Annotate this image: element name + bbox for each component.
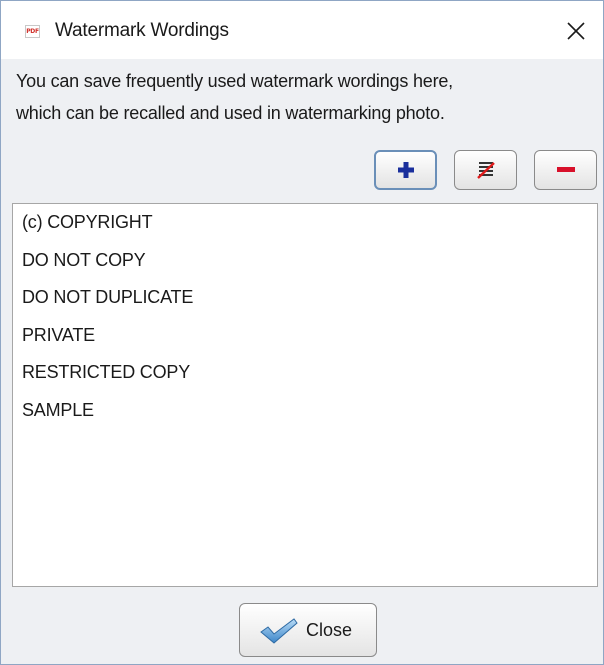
window-close-button[interactable] (559, 15, 593, 45)
pdf-app-icon: PDF (25, 25, 40, 38)
list-item[interactable]: PRIVATE (13, 317, 597, 355)
list-item[interactable]: SAMPLE (13, 392, 597, 430)
close-button-label: Close (306, 620, 353, 640)
list-item[interactable]: (c) COPYRIGHT (13, 204, 597, 242)
list-item[interactable]: DO NOT COPY (13, 242, 597, 280)
add-wording-button[interactable] (374, 150, 437, 190)
checkmark-icon (260, 618, 298, 644)
plus-icon (397, 162, 414, 178)
close-button[interactable]: Close (239, 603, 377, 657)
watermark-wordings-dialog: PDF Watermark Wordings You can save freq… (0, 0, 604, 665)
list-item[interactable]: RESTRICTED COPY (13, 354, 597, 392)
list-item[interactable]: DO NOT DUPLICATE (13, 279, 597, 317)
edit-icon (476, 162, 495, 179)
description-line-2: which can be recalled and used in waterm… (16, 103, 445, 123)
wordings-list[interactable]: (c) COPYRIGHT DO NOT COPY DO NOT DUPLICA… (12, 203, 598, 587)
description-text: You can save frequently used watermark w… (16, 65, 453, 129)
description-line-1: You can save frequently used watermark w… (16, 71, 453, 91)
edit-wording-button[interactable] (454, 150, 517, 190)
minus-icon (556, 167, 575, 172)
dialog-title: Watermark Wordings (55, 20, 229, 41)
remove-wording-button[interactable] (534, 150, 597, 190)
close-icon (567, 22, 585, 40)
title-bar: PDF Watermark Wordings (1, 1, 603, 59)
